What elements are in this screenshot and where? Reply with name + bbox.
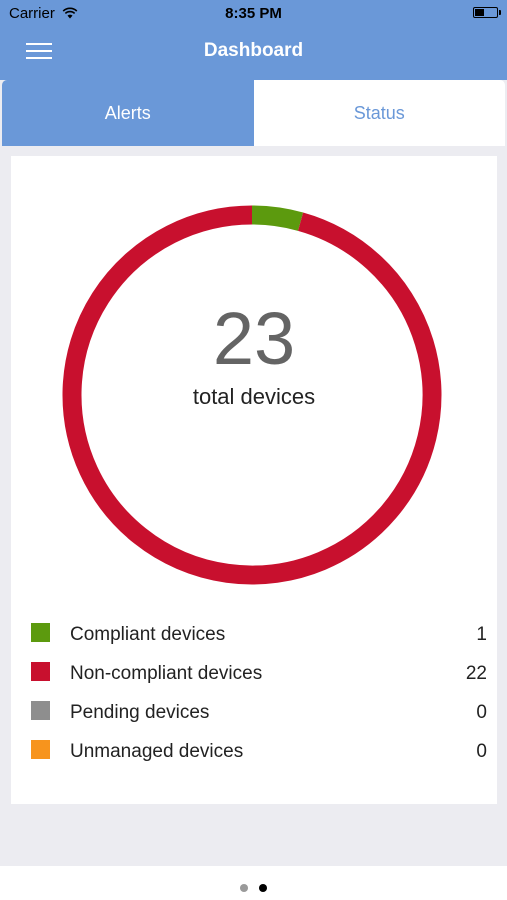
page-dot-2[interactable] bbox=[259, 884, 267, 892]
donut-slice-compliant-devices bbox=[251, 205, 304, 231]
devices-card: 23 total devices Compliant devices 1 Non… bbox=[11, 156, 497, 804]
battery-icon bbox=[473, 7, 501, 18]
non-compliant-swatch bbox=[31, 662, 50, 681]
legend: Compliant devices 1 Non-compliant device… bbox=[29, 617, 487, 773]
status-bar: Carrier 8:35 PM bbox=[0, 0, 507, 28]
top-bar: Carrier 8:35 PM Dashboard bbox=[0, 0, 507, 80]
tab-alerts[interactable]: Alerts bbox=[2, 80, 254, 146]
legend-count: 0 bbox=[476, 702, 487, 723]
legend-label: Compliant devices bbox=[70, 624, 226, 645]
total-devices-count: 23 bbox=[212, 297, 296, 380]
legend-item-unmanaged[interactable]: Unmanaged devices 0 bbox=[29, 734, 487, 773]
legend-item-pending[interactable]: Pending devices 0 bbox=[29, 695, 487, 734]
tab-status-label: Status bbox=[353, 102, 405, 123]
page-dot-1[interactable] bbox=[240, 884, 248, 892]
compliant-swatch bbox=[31, 623, 50, 642]
page-indicator bbox=[0, 866, 507, 900]
page-title: Dashboard bbox=[203, 40, 304, 61]
unmanaged-swatch bbox=[31, 740, 50, 759]
legend-label: Unmanaged devices bbox=[70, 741, 244, 762]
tab-status[interactable]: Status bbox=[253, 80, 505, 146]
total-devices-label: total devices bbox=[192, 384, 316, 409]
legend-item-non-compliant[interactable]: Non-compliant devices 22 bbox=[29, 656, 487, 695]
legend-count: 22 bbox=[465, 663, 487, 684]
legend-count: 1 bbox=[476, 624, 487, 645]
legend-label: Pending devices bbox=[70, 702, 210, 723]
legend-label: Non-compliant devices bbox=[70, 663, 263, 684]
clock: 8:35 PM bbox=[225, 5, 282, 22]
legend-item-compliant[interactable]: Compliant devices 1 bbox=[29, 617, 487, 656]
legend-count: 0 bbox=[476, 741, 487, 762]
tab-alerts-label: Alerts bbox=[104, 102, 151, 123]
pending-swatch bbox=[31, 701, 50, 720]
tab-bar: Alerts Status bbox=[2, 80, 505, 146]
